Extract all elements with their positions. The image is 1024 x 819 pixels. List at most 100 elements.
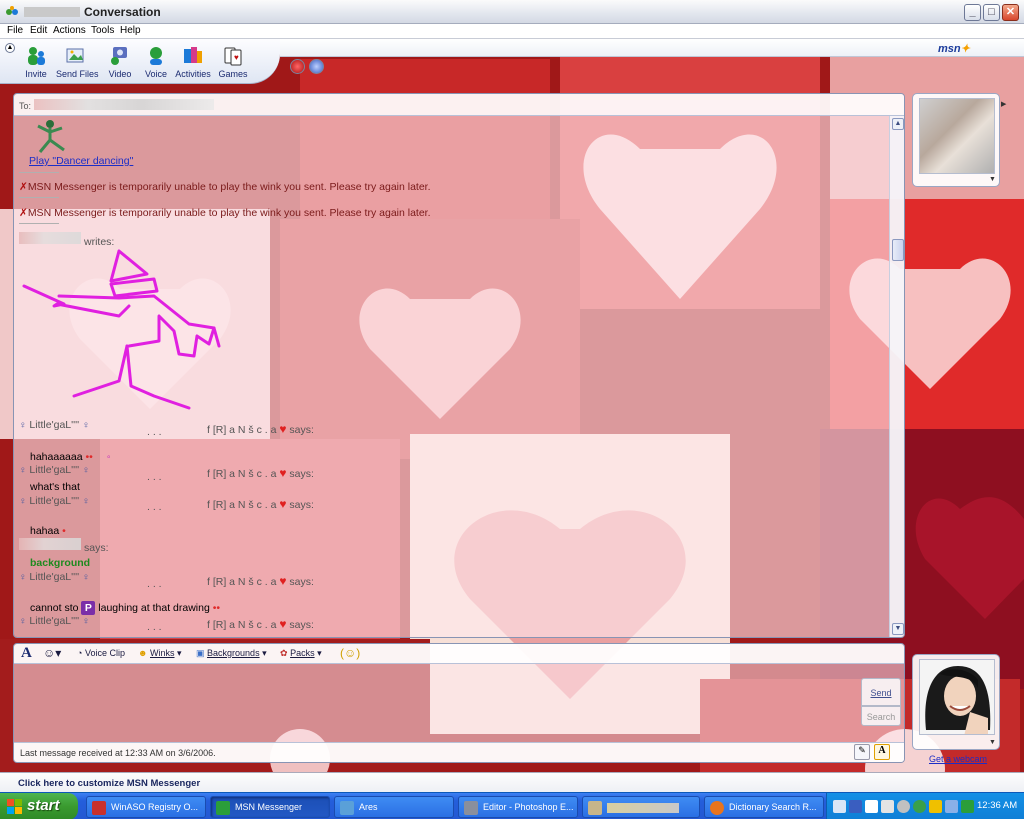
menu-edit[interactable]: Edit [30, 25, 47, 36]
heart-icon: ♥ [279, 466, 287, 480]
msn-butterfly-icon [6, 6, 18, 15]
taskbar-item-ares[interactable]: Ares [334, 796, 454, 818]
emoticon-button[interactable]: ☺▾ [43, 646, 61, 660]
font-button[interactable]: A [21, 645, 32, 662]
type-mode-icon[interactable]: A [874, 744, 890, 760]
activities-button[interactable]: Activities [173, 45, 213, 79]
chevron-down-icon[interactable]: ▼ [989, 176, 996, 183]
voice-clip-button[interactable]: ◔ Voice Clip [77, 648, 125, 658]
separator [19, 197, 59, 198]
nick-figure-icon: ♀ [82, 616, 90, 627]
collapse-toolbar-button[interactable]: ▲ [5, 43, 15, 53]
block-button[interactable] [290, 59, 305, 74]
history-scrollbar[interactable]: ▲ ▼ [889, 116, 904, 637]
menu-actions[interactable]: Actions [53, 25, 86, 36]
taskbar-item-blurred[interactable] [582, 796, 700, 818]
change-background-button[interactable] [309, 59, 324, 74]
send-files-label: Send Files [56, 69, 99, 79]
scroll-up-button[interactable]: ▲ [892, 118, 904, 130]
get-webcam-link[interactable]: Get a webcam [929, 754, 987, 764]
nick-figure-icon: ♀ [19, 420, 27, 431]
tray-help-icon[interactable] [865, 800, 878, 813]
close-button[interactable]: ✕ [1002, 4, 1019, 21]
my-avatar-photo [919, 659, 995, 735]
nick-figure-icon: ♀ [19, 616, 27, 627]
nick-dots: . . . [147, 621, 162, 633]
customize-link[interactable]: Click here to customize MSN Messenger [18, 778, 200, 789]
system-tray: 12:36 AM [826, 793, 1024, 819]
error-icon: ✗ [19, 207, 28, 219]
taskbar-item-winaso[interactable]: WinASO Registry O... [86, 796, 206, 818]
maximize-button[interactable]: □ [983, 4, 1000, 21]
video-button[interactable]: Video [100, 45, 140, 79]
video-icon [111, 47, 127, 65]
tray-msn-icon[interactable] [913, 800, 926, 813]
customize-bar[interactable]: Click here to customize MSN Messenger [0, 772, 1024, 792]
compose-area: A ☺▾ ◔ Voice Clip ☻ Winks ▾ ▣ Background… [13, 643, 905, 763]
winaso-icon [92, 801, 106, 815]
nick-figure-icon: ♀ [82, 572, 90, 583]
handwriting-toggle-icon[interactable]: ✎ [854, 744, 870, 760]
activities-icon [184, 47, 202, 63]
games-icon: ♥ [224, 47, 242, 66]
windows-taskbar: start WinASO Registry O... MSN Messenger… [0, 792, 1024, 819]
my-display-picture[interactable]: ▼ [912, 654, 1000, 750]
portrait-image [920, 660, 994, 734]
tray-security-icon[interactable] [929, 800, 942, 813]
side-panel-toggle-icon[interactable]: ▶ [1001, 100, 1006, 108]
send-files-button[interactable]: Send Files [56, 45, 99, 79]
send-button[interactable]: Send [861, 678, 901, 706]
message-header: ♀ Little'gaL'''' ♀ [19, 419, 90, 431]
conversation-history: To: Play "Dancer dancing" ✗MSN Messenger… [13, 93, 905, 638]
message-header-name: f [R] a N š c . a ♥ says: [207, 497, 314, 511]
error-icon: ✗ [19, 181, 28, 193]
scroll-thumb[interactable] [892, 239, 904, 261]
separator [19, 223, 59, 224]
menu-file[interactable]: File [7, 25, 23, 36]
voice-button[interactable]: Voice [136, 45, 176, 79]
minimize-button[interactable]: _ [964, 4, 981, 21]
wink-error-message: ✗MSN Messenger is temporarily unable to … [19, 181, 431, 193]
ares-icon [340, 801, 354, 815]
games-button[interactable]: ♥ Games [213, 45, 253, 79]
menu-tools[interactable]: Tools [91, 25, 114, 36]
packs-button[interactable]: ✿ Packs ▾ [280, 648, 322, 659]
tray-network-icon[interactable] [881, 800, 894, 813]
heart-icon: ♥ [279, 497, 287, 511]
activities-label: Activities [175, 69, 211, 79]
to-bar: To: [14, 94, 904, 116]
message-text: hahaaaaaa •• ◦ [30, 451, 111, 463]
chevron-down-icon[interactable]: ▼ [989, 739, 996, 746]
message-header: ♀ Little'gaL'''' ♀ [19, 571, 90, 583]
play-wink-link[interactable]: Play "Dancer dancing" [29, 155, 133, 167]
message-header-name: f [R] a N š c . a ♥ says: [207, 422, 314, 436]
heart-icon: ♥ [279, 617, 287, 631]
menu-help[interactable]: Help [120, 25, 141, 36]
message-input[interactable] [14, 664, 854, 742]
message-header: ♀ Little'gaL'''' ♀ [19, 464, 90, 476]
start-button[interactable]: start [0, 793, 78, 819]
search-button[interactable]: Search [861, 706, 901, 726]
toolbar-strip [280, 39, 1024, 57]
msn-messenger-icon [216, 801, 230, 815]
message-header-name: f [R] a N š c . a ♥ says: [207, 574, 314, 588]
tray-printer-icon[interactable] [945, 800, 958, 813]
message-header-name: f [R] a N š c . a ♥ says: [207, 617, 314, 631]
contact-display-picture[interactable]: ▼ [912, 93, 1000, 187]
wink-error-message: ✗MSN Messenger is temporarily unable to … [19, 207, 431, 219]
nudge-button[interactable]: (☺) [340, 646, 360, 660]
tray-speaker-icon[interactable] [897, 800, 910, 813]
tray-messenger-icon[interactable] [961, 800, 974, 813]
taskbar-clock: 12:36 AM [977, 800, 1018, 811]
taskbar-item-msn-messenger[interactable]: MSN Messenger [210, 796, 330, 818]
last-message-status: Last message received at 12:33 AM on 3/6… [20, 748, 216, 758]
winks-button[interactable]: ☻ Winks ▾ [138, 648, 182, 659]
backgrounds-button[interactable]: ▣ Backgrounds ▾ [196, 648, 267, 659]
tray-pen-icon[interactable] [833, 800, 846, 813]
invite-button[interactable]: Invite [16, 45, 56, 79]
nick-dots: . . . [147, 426, 162, 438]
taskbar-item-photoshop[interactable]: Editor - Photoshop E... [458, 796, 578, 818]
tray-monitor-icon[interactable] [849, 800, 862, 813]
taskbar-item-dictionary[interactable]: Dictionary Search R... [704, 796, 824, 818]
scroll-down-button[interactable]: ▼ [892, 623, 904, 635]
